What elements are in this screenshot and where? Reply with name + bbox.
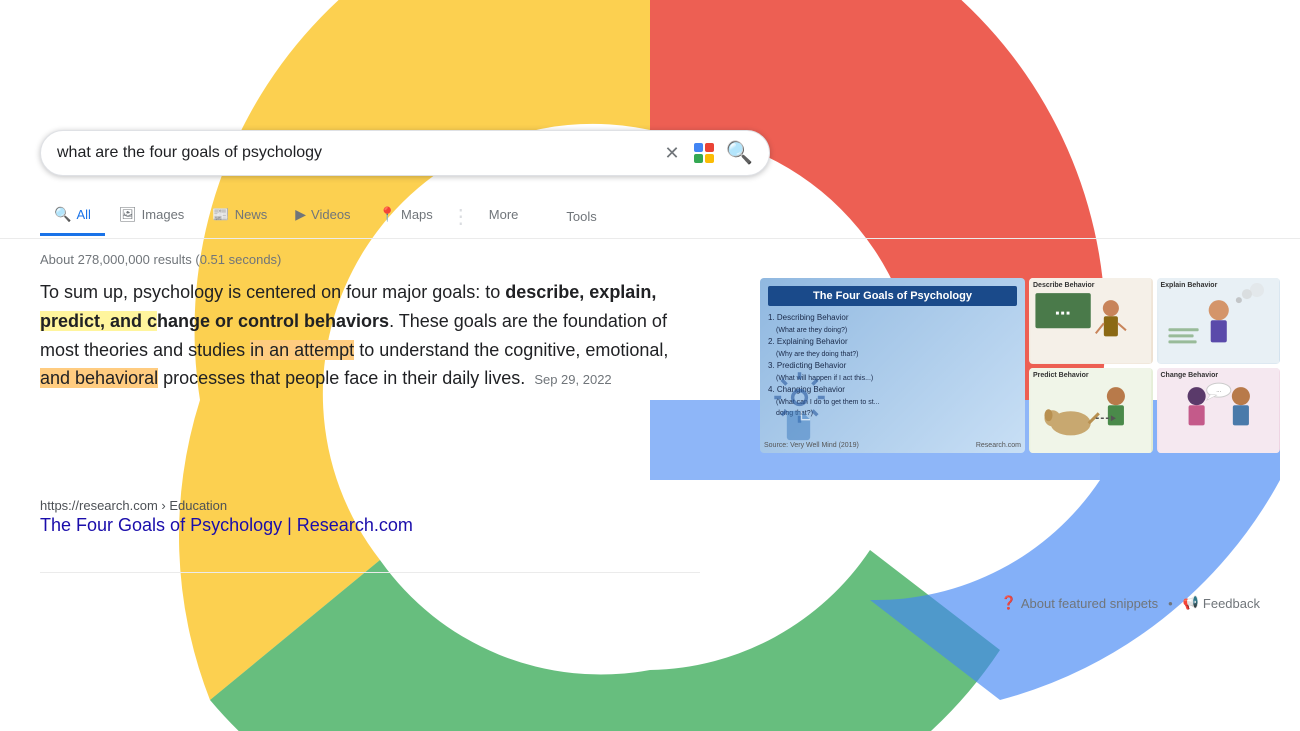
snippet-highlight-yellow: predict, and c <box>40 311 157 331</box>
snippet-highlight-orange-2: and behavioral <box>40 368 158 388</box>
tab-all[interactable]: 🔍 All <box>40 196 105 236</box>
all-tab-icon: 🔍 <box>54 206 71 223</box>
nav-tabs: 🔍 All 🖼 Images 📰 News ▶ Videos 📍 Maps ⋮ … <box>40 196 611 236</box>
results-count-text: About 278,000,000 results (0.51 seconds) <box>40 252 281 267</box>
tab-more[interactable]: More <box>475 197 533 235</box>
list-item-2-sub: (Why are they doing that?) <box>768 349 1017 360</box>
svg-text:...: ... <box>1216 388 1221 394</box>
list-item-1: 1. Describing Behavior <box>768 312 1017 325</box>
grid-label-change: Change Behavior <box>1161 372 1219 379</box>
grid-label-predict: Predict Behavior <box>1033 372 1089 379</box>
results-count: About 278,000,000 results (0.51 seconds) <box>40 252 281 267</box>
tab-tools[interactable]: Tools <box>552 199 610 234</box>
tab-images-label: Images <box>142 207 185 222</box>
search-input[interactable]: what are the four goals of psychology <box>57 144 665 162</box>
feedback-link[interactable]: 📢 Feedback <box>1183 595 1260 611</box>
dot-separator: • <box>1168 596 1173 611</box>
tab-all-label: All <box>76 207 90 222</box>
nav-divider: ⋮ <box>451 204 471 229</box>
source-link-container: https://research.com › Education The Fou… <box>40 498 413 536</box>
image-main-inner: The Four Goals of Psychology 1. Describi… <box>760 278 1025 453</box>
snippet-paragraph: To sum up, psychology is centered on fou… <box>40 278 700 393</box>
about-snippets-link[interactable]: ❓ About featured snippets <box>1001 595 1159 611</box>
source-url: https://research.com › Education <box>40 498 413 513</box>
maps-tab-icon: 📍 <box>379 206 396 223</box>
image-main-title: The Four Goals of Psychology <box>768 286 1017 306</box>
snippet-date: Sep 29, 2022 <box>534 372 611 387</box>
tab-tools-label: Tools <box>566 209 596 224</box>
about-snippets-bar: ❓ About featured snippets • 📢 Feedback <box>1001 595 1260 611</box>
question-icon: ❓ <box>1001 595 1017 611</box>
grid-label-describe: Describe Behavior <box>1033 282 1094 289</box>
images-tab-icon: 🖼 <box>119 206 137 223</box>
tab-news[interactable]: 📰 News <box>198 196 281 236</box>
grid-item-describe[interactable]: Describe Behavior ■ ■ ■ <box>1029 278 1153 364</box>
list-item-1-sub: (What are they doing?) <box>768 325 1017 336</box>
grid-item-change[interactable]: Change Behavior ... <box>1157 368 1281 454</box>
tab-maps-label: Maps <box>401 207 433 222</box>
tab-images[interactable]: 🖼 Images <box>105 196 198 236</box>
search-submit-icon[interactable]: 🔍 <box>726 140 753 166</box>
grid-item-explain[interactable]: Explain Behavior <box>1157 278 1281 364</box>
tab-news-label: News <box>235 207 268 222</box>
image-grid: Describe Behavior ■ ■ ■ Explain Behavior <box>1029 278 1280 453</box>
tab-more-label: More <box>489 207 519 222</box>
about-snippets-text: About featured snippets <box>1021 596 1158 611</box>
search-bar: what are the four goals of psychology ✕ … <box>40 130 770 176</box>
main-content: what are the four goals of psychology ✕ … <box>0 0 1300 731</box>
book-icon <box>776 408 821 443</box>
list-item-2: 2. Explaining Behavior <box>768 336 1017 349</box>
feedback-icon: 📢 <box>1183 595 1199 611</box>
feedback-text: Feedback <box>1203 596 1260 611</box>
source-title-link[interactable]: The Four Goals of Psychology | Research.… <box>40 515 413 535</box>
featured-snippet: To sum up, psychology is centered on fou… <box>40 278 700 393</box>
image-main-footer: Source: Very Well Mind (2019) Research.c… <box>764 442 1021 449</box>
clear-icon[interactable]: ✕ <box>665 143 680 164</box>
search-bar-container: what are the four goals of psychology ✕ … <box>40 130 770 176</box>
videos-tab-icon: ▶ <box>295 206 306 223</box>
snippet-divider <box>40 572 700 573</box>
lens-icon[interactable] <box>692 141 716 165</box>
tab-videos-label: Videos <box>311 207 351 222</box>
source-right-text: Research.com <box>976 442 1021 449</box>
news-tab-icon: 📰 <box>212 206 229 223</box>
tab-maps[interactable]: 📍 Maps <box>365 196 447 236</box>
grid-label-explain: Explain Behavior <box>1161 282 1218 289</box>
nav-divider-line <box>0 238 1300 239</box>
image-main[interactable]: The Four Goals of Psychology 1. Describi… <box>760 278 1025 453</box>
svg-text:■ ■ ■: ■ ■ ■ <box>1055 311 1070 317</box>
tab-videos[interactable]: ▶ Videos <box>281 196 364 236</box>
grid-item-predict[interactable]: Predict Behavior <box>1029 368 1153 454</box>
image-panel: The Four Goals of Psychology 1. Describi… <box>760 278 1280 453</box>
source-left-text: Source: Very Well Mind (2019) <box>764 442 859 449</box>
snippet-highlight-orange-1: in an attempt <box>250 340 354 360</box>
